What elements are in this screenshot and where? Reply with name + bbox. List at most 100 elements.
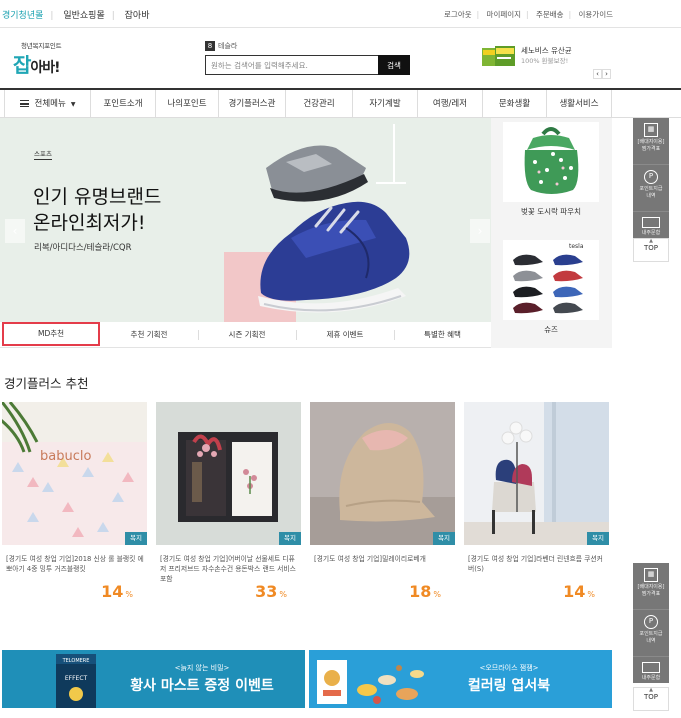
- quick-item-label: [배대지이용] 찜가격표: [637, 139, 665, 152]
- divider: |: [111, 11, 115, 21]
- quick-item-label: 포인트지급 내역: [639, 186, 663, 199]
- scroll-top-button[interactable]: TOP: [633, 686, 669, 711]
- user-guide-link[interactable]: 이용가이드: [579, 10, 614, 19]
- product-image-brand-text: babuclo: [40, 449, 91, 464]
- scroll-top-button[interactable]: TOP: [633, 237, 669, 262]
- hot-keyword-rank: 8: [205, 41, 215, 51]
- gnb-item-point-intro[interactable]: 포인트소개: [91, 90, 156, 118]
- gnb-item-life-service[interactable]: 생활서비스: [547, 90, 612, 118]
- grid-icon: ▦: [644, 123, 658, 137]
- gnb-item-gyeonggi-plus[interactable]: 경기플러스관: [219, 90, 286, 118]
- tab-partner-event[interactable]: 제휴 이벤트: [296, 322, 394, 348]
- promo-product-image: [482, 46, 515, 66]
- slide-prev-icon[interactable]: ‹: [5, 219, 25, 243]
- quick-item-label: 내주문함: [641, 230, 661, 236]
- banner-subtitle: <늙지 않는 비밀>: [174, 664, 230, 672]
- shoes-brand-text: tesla: [569, 243, 584, 250]
- hero-slide[interactable]: 스포츠 인기 유명브랜드 온라인최저가! 리복/아디다스/테슬라/CQR ‹ ›: [0, 118, 491, 322]
- site-link-youth-mall[interactable]: 경기청년몰: [2, 8, 43, 21]
- gnb-item-culture[interactable]: 문화생활: [483, 90, 547, 118]
- quick-item-label: [배대지이용] 찜가격표: [637, 584, 665, 597]
- quick-item-label: 포인트지급 내역: [639, 631, 663, 644]
- discount-unit: %: [433, 590, 441, 599]
- search-box: 검색: [205, 55, 410, 75]
- tab-season-promotion[interactable]: 시즌 기획전: [198, 322, 296, 348]
- point-icon: P: [644, 615, 658, 629]
- product-card[interactable]: 복지 [경기도 여성 창업 기업]어버이날 선물세트 디퓨저 프리저브드 자수손…: [156, 402, 301, 602]
- divider: |: [476, 10, 480, 19]
- product-card[interactable]: 복지 [경기도 여성 창업 기업]라벤더 린넨흐름 쿠션커버(S) 14%: [464, 402, 609, 602]
- hot-keyword-text: 테슬라: [218, 42, 238, 50]
- header-promo[interactable]: 세노비스 유산균 100% 환불보장!: [481, 43, 611, 73]
- main-navigation: 전체메뉴 ▼ 포인트소개 나의포인트 경기플러스관 건강관리 자기계발 여행/레저…: [0, 88, 681, 118]
- search-button[interactable]: 검색: [378, 55, 410, 75]
- product-name: [경기도 여성 창업 기업]밀레이리로베개: [314, 555, 426, 563]
- product-image: [310, 402, 455, 545]
- discount-value: 14: [563, 582, 586, 601]
- promo-next-icon[interactable]: ›: [602, 69, 611, 79]
- pouch-image: [503, 122, 599, 202]
- sneaker-image: [258, 145, 410, 313]
- site-logo[interactable]: 잡아바!: [13, 49, 61, 78]
- event-banner-mask[interactable]: TELOMERE EFFECT <늙지 않는 비밀> 황사 마스트 증정 이벤트: [2, 650, 305, 708]
- grid-icon: ▦: [644, 568, 658, 582]
- tab-recommend-promotion[interactable]: 추천 기획전: [100, 322, 198, 348]
- welfare-badge: 복지: [433, 532, 455, 545]
- card-icon: [642, 662, 660, 673]
- product-image: babuclo: [2, 402, 147, 545]
- logout-link[interactable]: 로그아웃: [444, 10, 472, 19]
- banner-title: 황사 마스트 증정 이벤트: [130, 678, 274, 694]
- quick-item-price-list[interactable]: ▦ [배대지이용] 찜가격표: [633, 123, 669, 165]
- discount-unit: %: [125, 590, 133, 599]
- slide-title: 인기 유명브랜드 온라인최저가!: [33, 184, 161, 236]
- search-area: 8테슬라 검색: [205, 40, 410, 75]
- gnb-item-self-development[interactable]: 자기계발: [353, 90, 418, 118]
- order-delivery-link[interactable]: 주문배송: [536, 10, 564, 19]
- gnb-item-health[interactable]: 건강관리: [286, 90, 353, 118]
- tab-special-benefit[interactable]: 특별한 혜택: [394, 322, 491, 348]
- site-switcher: 경기청년몰 | 일반쇼핑몰 | 잡아바: [2, 8, 150, 21]
- quick-item-point-history[interactable]: P 포인트지급 내역: [633, 615, 669, 657]
- site-link-jobaba[interactable]: 잡아바: [125, 8, 150, 21]
- gnb-item-travel-leisure[interactable]: 여행/레저: [418, 90, 483, 118]
- promo-prev-icon[interactable]: ‹: [593, 69, 602, 79]
- side-product-shoes[interactable]: tesla: [503, 240, 599, 320]
- quick-item-point-history[interactable]: P 포인트지급 내역: [633, 170, 669, 212]
- divider: |: [568, 10, 572, 19]
- product-image: [464, 402, 609, 545]
- discount-rate: 33%: [255, 582, 287, 601]
- side-product-pouch[interactable]: [503, 122, 599, 202]
- search-input[interactable]: [206, 56, 378, 74]
- event-banner-coloring[interactable]: <오므라이스 잼잼> 컬러링 엽서북: [309, 650, 612, 708]
- slide-next-icon[interactable]: ›: [470, 219, 490, 243]
- welfare-badge: 복지: [587, 532, 609, 545]
- divider: |: [526, 10, 529, 19]
- gnb-item-my-point[interactable]: 나의포인트: [156, 90, 219, 118]
- promo-subtitle: 100% 환불보장!: [521, 57, 569, 65]
- mypage-link[interactable]: 마이페이지: [487, 10, 522, 19]
- caret-down-icon: ▼: [70, 101, 76, 108]
- all-menu-button[interactable]: 전체메뉴 ▼: [4, 90, 91, 118]
- welfare-badge: 복지: [125, 532, 147, 545]
- side-product-label: 슈즈: [544, 325, 558, 334]
- slide-category: 스포츠: [34, 150, 52, 160]
- hero-tabs: MD추천 추천 기획전 시즌 기획전 제휴 이벤트 특별한 혜택: [0, 322, 491, 348]
- quick-menu: ▦ [배대지이용] 찜가격표 P 포인트지급 내역 내주문함 TOP: [633, 118, 669, 262]
- tab-md-pick[interactable]: MD추천: [2, 322, 100, 346]
- product-image: [156, 402, 301, 545]
- side-product-label: 벚꽃 도시락 파우치: [521, 207, 581, 216]
- product-card[interactable]: babuclo 복지 [경기도 여성 창업 기업]2018 신상 롤 블랭킷 에…: [2, 402, 147, 602]
- product-name: [경기도 여성 창업 기업]어버이날 선물세트 디퓨저 프리저브드 자수손수건 …: [160, 555, 296, 583]
- discount-value: 18: [409, 582, 432, 601]
- product-card[interactable]: 복지 [경기도 여성 창업 기업]밀레이리로베개 18%: [310, 402, 455, 602]
- logo-main-char: 잡: [13, 53, 31, 77]
- quick-item-price-list[interactable]: ▦ [배대지이용] 찜가격표: [633, 568, 669, 610]
- quick-menu-bottom: ▦ [배대지이용] 찜가격표 P 포인트지급 내역 내주문함 TOP: [633, 563, 669, 711]
- divider: |: [50, 11, 54, 21]
- discount-value: 14: [101, 582, 124, 601]
- slide-title-line: 인기 유명브랜드: [33, 186, 162, 208]
- hot-keyword[interactable]: 8 테슬라: [205, 40, 410, 52]
- promo-nav: ‹ ›: [593, 61, 611, 80]
- site-link-general-mall[interactable]: 일반쇼핑몰: [63, 8, 104, 21]
- banner-subtitle: <오므라이스 잼잼>: [479, 664, 539, 672]
